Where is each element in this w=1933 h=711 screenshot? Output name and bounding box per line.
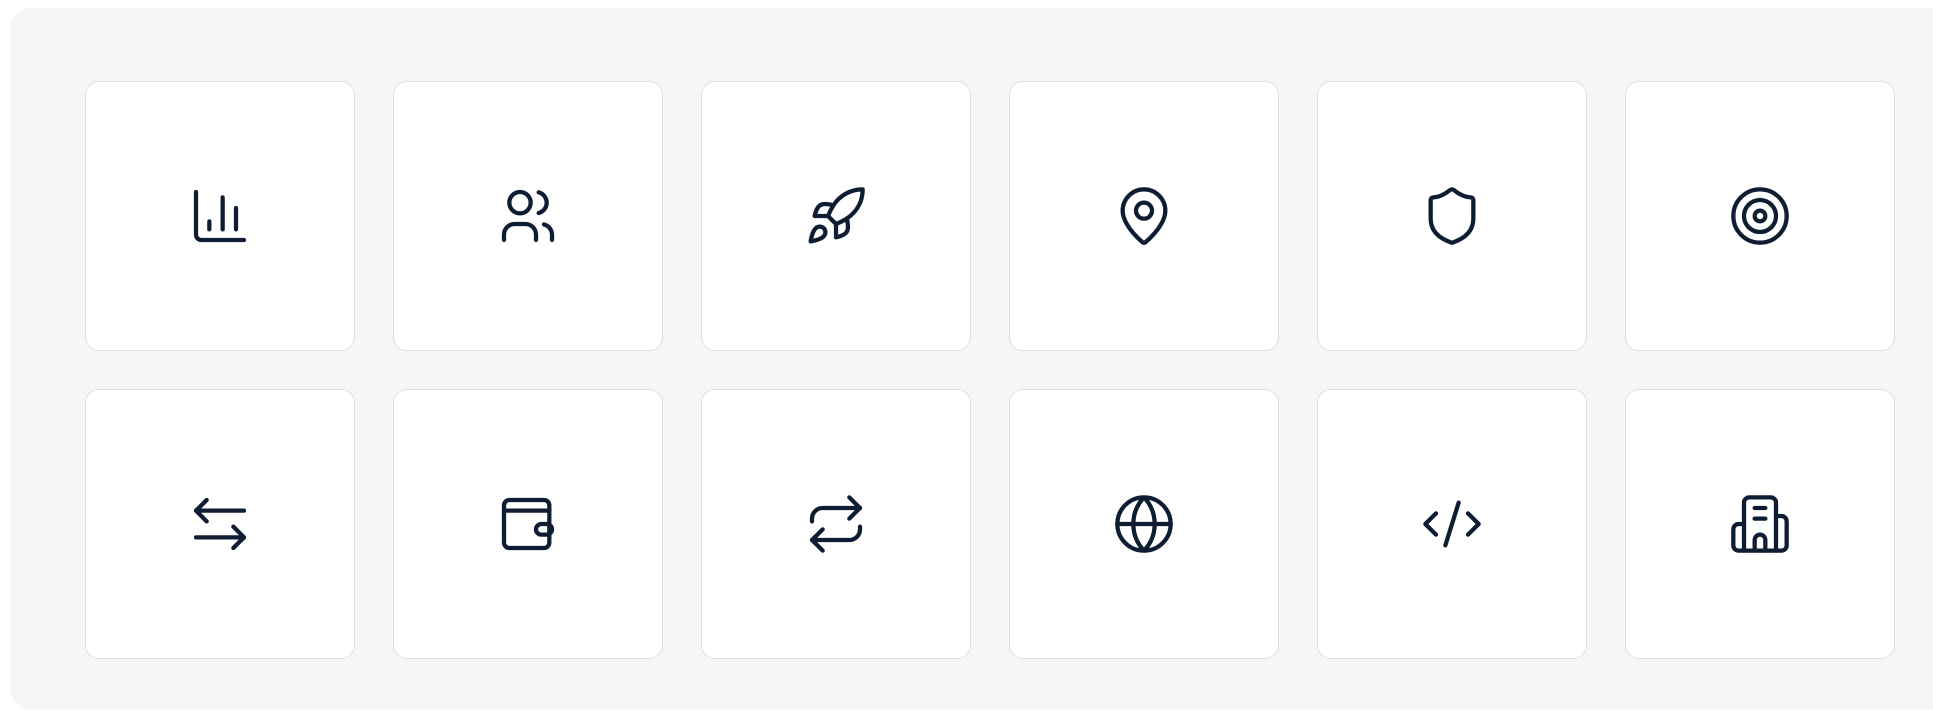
icon-panel [10,8,1933,710]
code-icon [1423,500,1481,548]
icon-grid [85,81,1895,659]
icon-tile-building[interactable] [1625,389,1895,659]
icon-tile-code[interactable] [1317,389,1587,659]
icon-tile-bar-chart[interactable] [85,81,355,351]
target-icon [1731,187,1789,245]
icon-tile-rocket[interactable] [701,81,971,351]
map-pin-icon [1120,187,1168,245]
bar-chart-icon [193,189,247,243]
rocket-icon [808,187,865,244]
icon-tile-map-pin[interactable] [1009,81,1279,351]
icon-tile-arrows-left-right[interactable] [85,389,355,659]
icon-tile-wallet[interactable] [393,389,663,659]
icon-tile-target[interactable] [1625,81,1895,351]
icon-tile-repeat[interactable] [701,389,971,659]
shield-icon [1428,187,1476,245]
users-icon [501,189,555,243]
wallet-icon [501,497,555,551]
building-icon [1731,495,1789,553]
globe-icon [1115,495,1173,553]
icon-tile-shield[interactable] [1317,81,1587,351]
repeat-icon [809,495,863,553]
icon-tile-globe[interactable] [1009,389,1279,659]
arrows-left-right-icon [193,497,247,551]
icon-tile-users[interactable] [393,81,663,351]
